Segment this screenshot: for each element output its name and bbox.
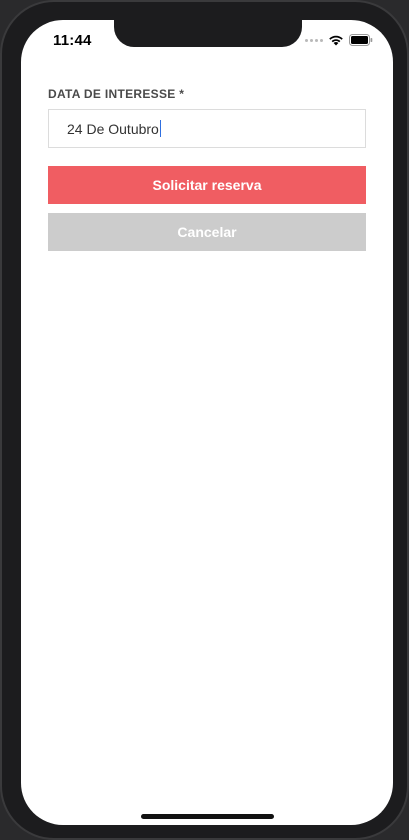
app-screen: 11:44 DATA DE INTERESSE * 24 De Outubro … xyxy=(21,20,393,825)
status-time: 11:44 xyxy=(53,32,92,49)
text-caret xyxy=(159,120,162,137)
date-input[interactable]: 24 De Outubro xyxy=(48,109,366,148)
battery-icon xyxy=(349,34,373,46)
wifi-icon xyxy=(329,35,343,46)
request-reservation-button[interactable]: Solicitar reserva xyxy=(48,166,366,204)
cancel-button[interactable]: Cancelar xyxy=(48,213,366,251)
date-field-label: DATA DE INTERESSE * xyxy=(48,87,185,101)
date-input-value[interactable]: 24 De Outubro xyxy=(67,121,159,137)
status-icons xyxy=(305,34,373,46)
signal-icon xyxy=(305,38,323,42)
home-indicator[interactable] xyxy=(141,814,274,819)
phone-frame: 11:44 DATA DE INTERESSE * 24 De Outubro … xyxy=(0,0,409,840)
device-notch xyxy=(114,20,302,47)
